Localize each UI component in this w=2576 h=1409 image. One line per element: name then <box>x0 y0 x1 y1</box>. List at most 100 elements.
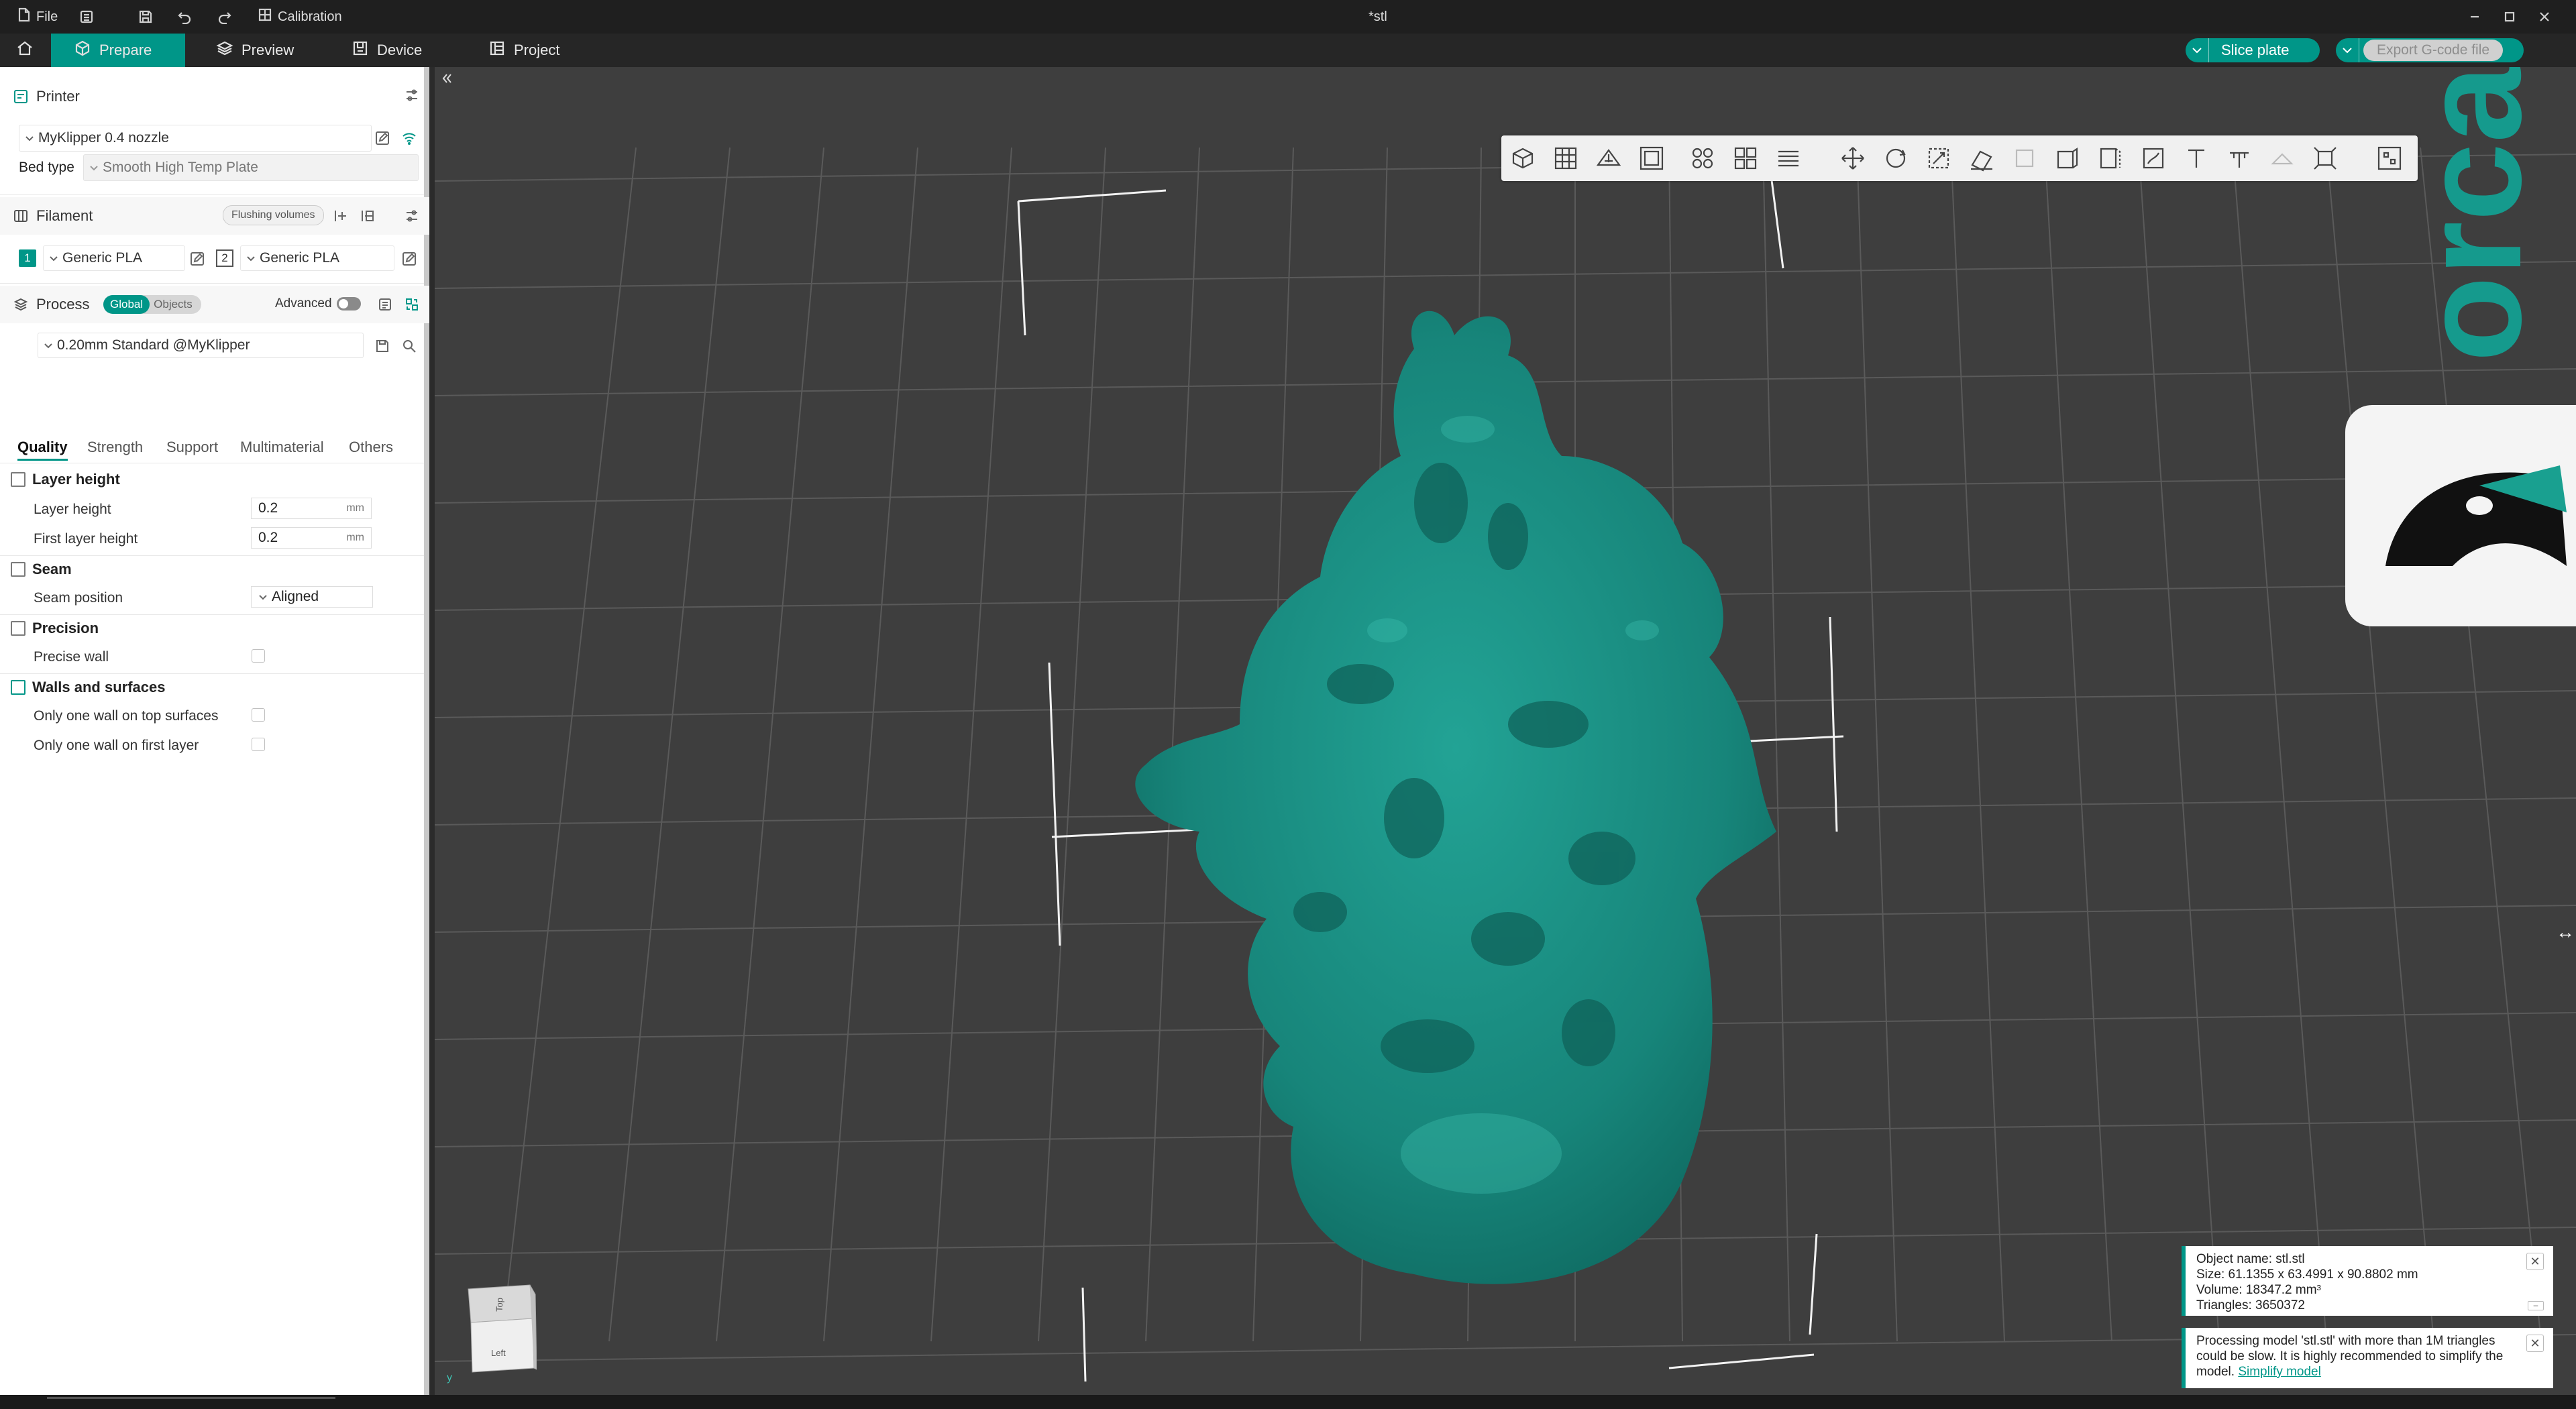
layers-editing-icon[interactable] <box>1772 142 1805 174</box>
subtab-quality[interactable]: Quality <box>17 439 68 461</box>
printer-icon <box>13 89 30 105</box>
chevron-down-icon <box>25 130 34 146</box>
scale-icon[interactable] <box>1923 142 1955 174</box>
collapse-sidebar-icon[interactable] <box>439 68 459 89</box>
orient-icon[interactable] <box>1593 142 1625 174</box>
filament-select[interactable]: Generic PLA <box>43 245 185 271</box>
chevron-down-icon <box>44 337 53 353</box>
close-icon[interactable]: ✕ <box>2526 1253 2544 1270</box>
unit-label: mm <box>346 532 364 543</box>
tab-prepare[interactable]: Prepare <box>51 34 185 67</box>
filament-select[interactable]: Generic PLA <box>240 245 394 271</box>
add-object-icon[interactable] <box>1507 142 1539 174</box>
seam-position-select[interactable]: Aligned <box>251 586 373 608</box>
subtab-strength[interactable]: Strength <box>87 439 143 456</box>
subtab-support[interactable]: Support <box>166 439 218 456</box>
edit-filament-icon[interactable] <box>188 249 207 268</box>
slice-plate-button[interactable]: Slice plate <box>2186 38 2320 62</box>
printer-settings-icon[interactable] <box>402 86 421 105</box>
tab-device[interactable]: Device <box>329 34 445 67</box>
support-painting-icon[interactable] <box>2094 142 2127 174</box>
one-wall-top-checkbox[interactable] <box>252 708 265 722</box>
viewport-toolbar <box>1501 135 2418 181</box>
add-filament-icon[interactable] <box>331 207 350 225</box>
process-settings-icon[interactable] <box>402 295 421 314</box>
arrange-icon[interactable] <box>1635 142 1668 174</box>
process-icon <box>13 296 30 313</box>
printer-name: MyKlipper 0.4 nozzle <box>38 130 169 146</box>
simplify-model-link[interactable]: Simplify model <box>2238 1365 2321 1379</box>
object-triangles: Triangles: 3650372 <box>2196 1298 2305 1312</box>
minimize-panel-icon[interactable]: – <box>2528 1301 2544 1310</box>
lay-on-face-icon[interactable] <box>1966 142 1998 174</box>
save-preset-icon[interactable] <box>373 337 392 355</box>
seam-painting-icon[interactable] <box>2137 142 2169 174</box>
one-wall-top-label: Only one wall on top surfaces <box>34 708 219 724</box>
text-tool-icon[interactable] <box>2180 142 2212 174</box>
seam-position-label: Seam position <box>34 590 123 606</box>
fit-view-icon[interactable] <box>2309 142 2341 174</box>
file-icon <box>17 7 31 26</box>
layer-height-input[interactable]: 0.2 mm <box>251 498 372 519</box>
one-wall-first-checkbox[interactable] <box>252 738 265 751</box>
measure-icon[interactable] <box>2223 142 2255 174</box>
precise-wall-checkbox[interactable] <box>252 649 265 663</box>
subtab-others[interactable]: Others <box>349 439 393 456</box>
divider <box>0 614 424 615</box>
menu-icon[interactable] <box>79 0 94 34</box>
rotate-icon[interactable] <box>1880 142 1912 174</box>
split-parts-icon[interactable] <box>1729 142 1762 174</box>
undo-icon[interactable] <box>177 0 192 34</box>
compare-presets-icon[interactable] <box>376 295 394 314</box>
filament-slot-badge[interactable]: 2 <box>216 249 233 267</box>
printer-select[interactable]: MyKlipper 0.4 nozzle <box>19 125 372 152</box>
split-objects-icon[interactable] <box>1686 142 1719 174</box>
toggle-global[interactable]: Global <box>103 295 150 314</box>
3d-viewport[interactable]: orca slicer <box>435 67 2576 1395</box>
redo-icon[interactable] <box>217 0 232 34</box>
first-layer-height-input[interactable]: 0.2 mm <box>251 527 372 549</box>
chevron-down-icon[interactable] <box>2186 38 2209 62</box>
first-layer-height-value: 0.2 <box>258 530 278 545</box>
bed-type-select[interactable]: Smooth High Temp Plate <box>83 154 419 181</box>
axis-y-label: y <box>447 1372 452 1384</box>
filament-slot-badge[interactable]: 1 <box>19 249 36 267</box>
edit-printer-icon[interactable] <box>373 129 392 148</box>
edit-filament-icon[interactable] <box>400 249 419 268</box>
advanced-toggle[interactable] <box>337 297 361 311</box>
wifi-icon[interactable] <box>400 129 419 148</box>
explode-view-icon[interactable] <box>2373 142 2406 174</box>
tab-preview[interactable]: Preview <box>193 34 317 67</box>
chevron-down-icon[interactable] <box>2336 38 2359 62</box>
minimize-icon[interactable] <box>2458 0 2491 34</box>
object-volume: Volume: 18347.2 mm³ <box>2196 1283 2321 1297</box>
window-title: *stl <box>1368 9 1387 24</box>
add-plate-icon[interactable] <box>1550 142 1582 174</box>
maximize-icon[interactable] <box>2493 0 2526 34</box>
object-name: Object name: stl.stl <box>2196 1252 2305 1266</box>
cut-icon[interactable] <box>2051 142 2084 174</box>
close-window-icon[interactable] <box>2528 0 2561 34</box>
toggle-objects[interactable]: Objects <box>150 298 197 311</box>
tab-project[interactable]: Project <box>466 34 582 67</box>
process-preset-select[interactable]: 0.20mm Standard @MyKlipper <box>38 333 364 358</box>
calibration-menu[interactable]: Calibration <box>258 0 342 34</box>
save-icon[interactable] <box>138 0 153 34</box>
global-objects-toggle[interactable]: Global Objects <box>103 295 201 314</box>
close-icon[interactable]: ✕ <box>2526 1335 2544 1352</box>
export-gcode-button[interactable]: Export G-code file <box>2336 38 2524 62</box>
home-button[interactable] <box>0 34 50 67</box>
search-icon[interactable] <box>400 337 419 355</box>
flushing-volumes-button[interactable]: Flushing volumes <box>223 205 324 225</box>
resize-handle-icon[interactable]: ↔ <box>2556 921 2575 943</box>
group-seam-title: Seam <box>32 561 72 577</box>
subtab-multimaterial[interactable]: Multimaterial <box>240 439 324 456</box>
filament-settings-icon[interactable] <box>402 207 421 225</box>
3d-model[interactable] <box>1038 255 1843 1328</box>
file-menu[interactable]: File <box>17 0 58 34</box>
navigation-cube[interactable]: Top Left <box>463 1281 537 1375</box>
seam-icon <box>11 562 25 577</box>
preview-icon <box>216 40 233 61</box>
move-icon[interactable] <box>1837 142 1869 174</box>
remove-filament-icon[interactable] <box>358 207 377 225</box>
